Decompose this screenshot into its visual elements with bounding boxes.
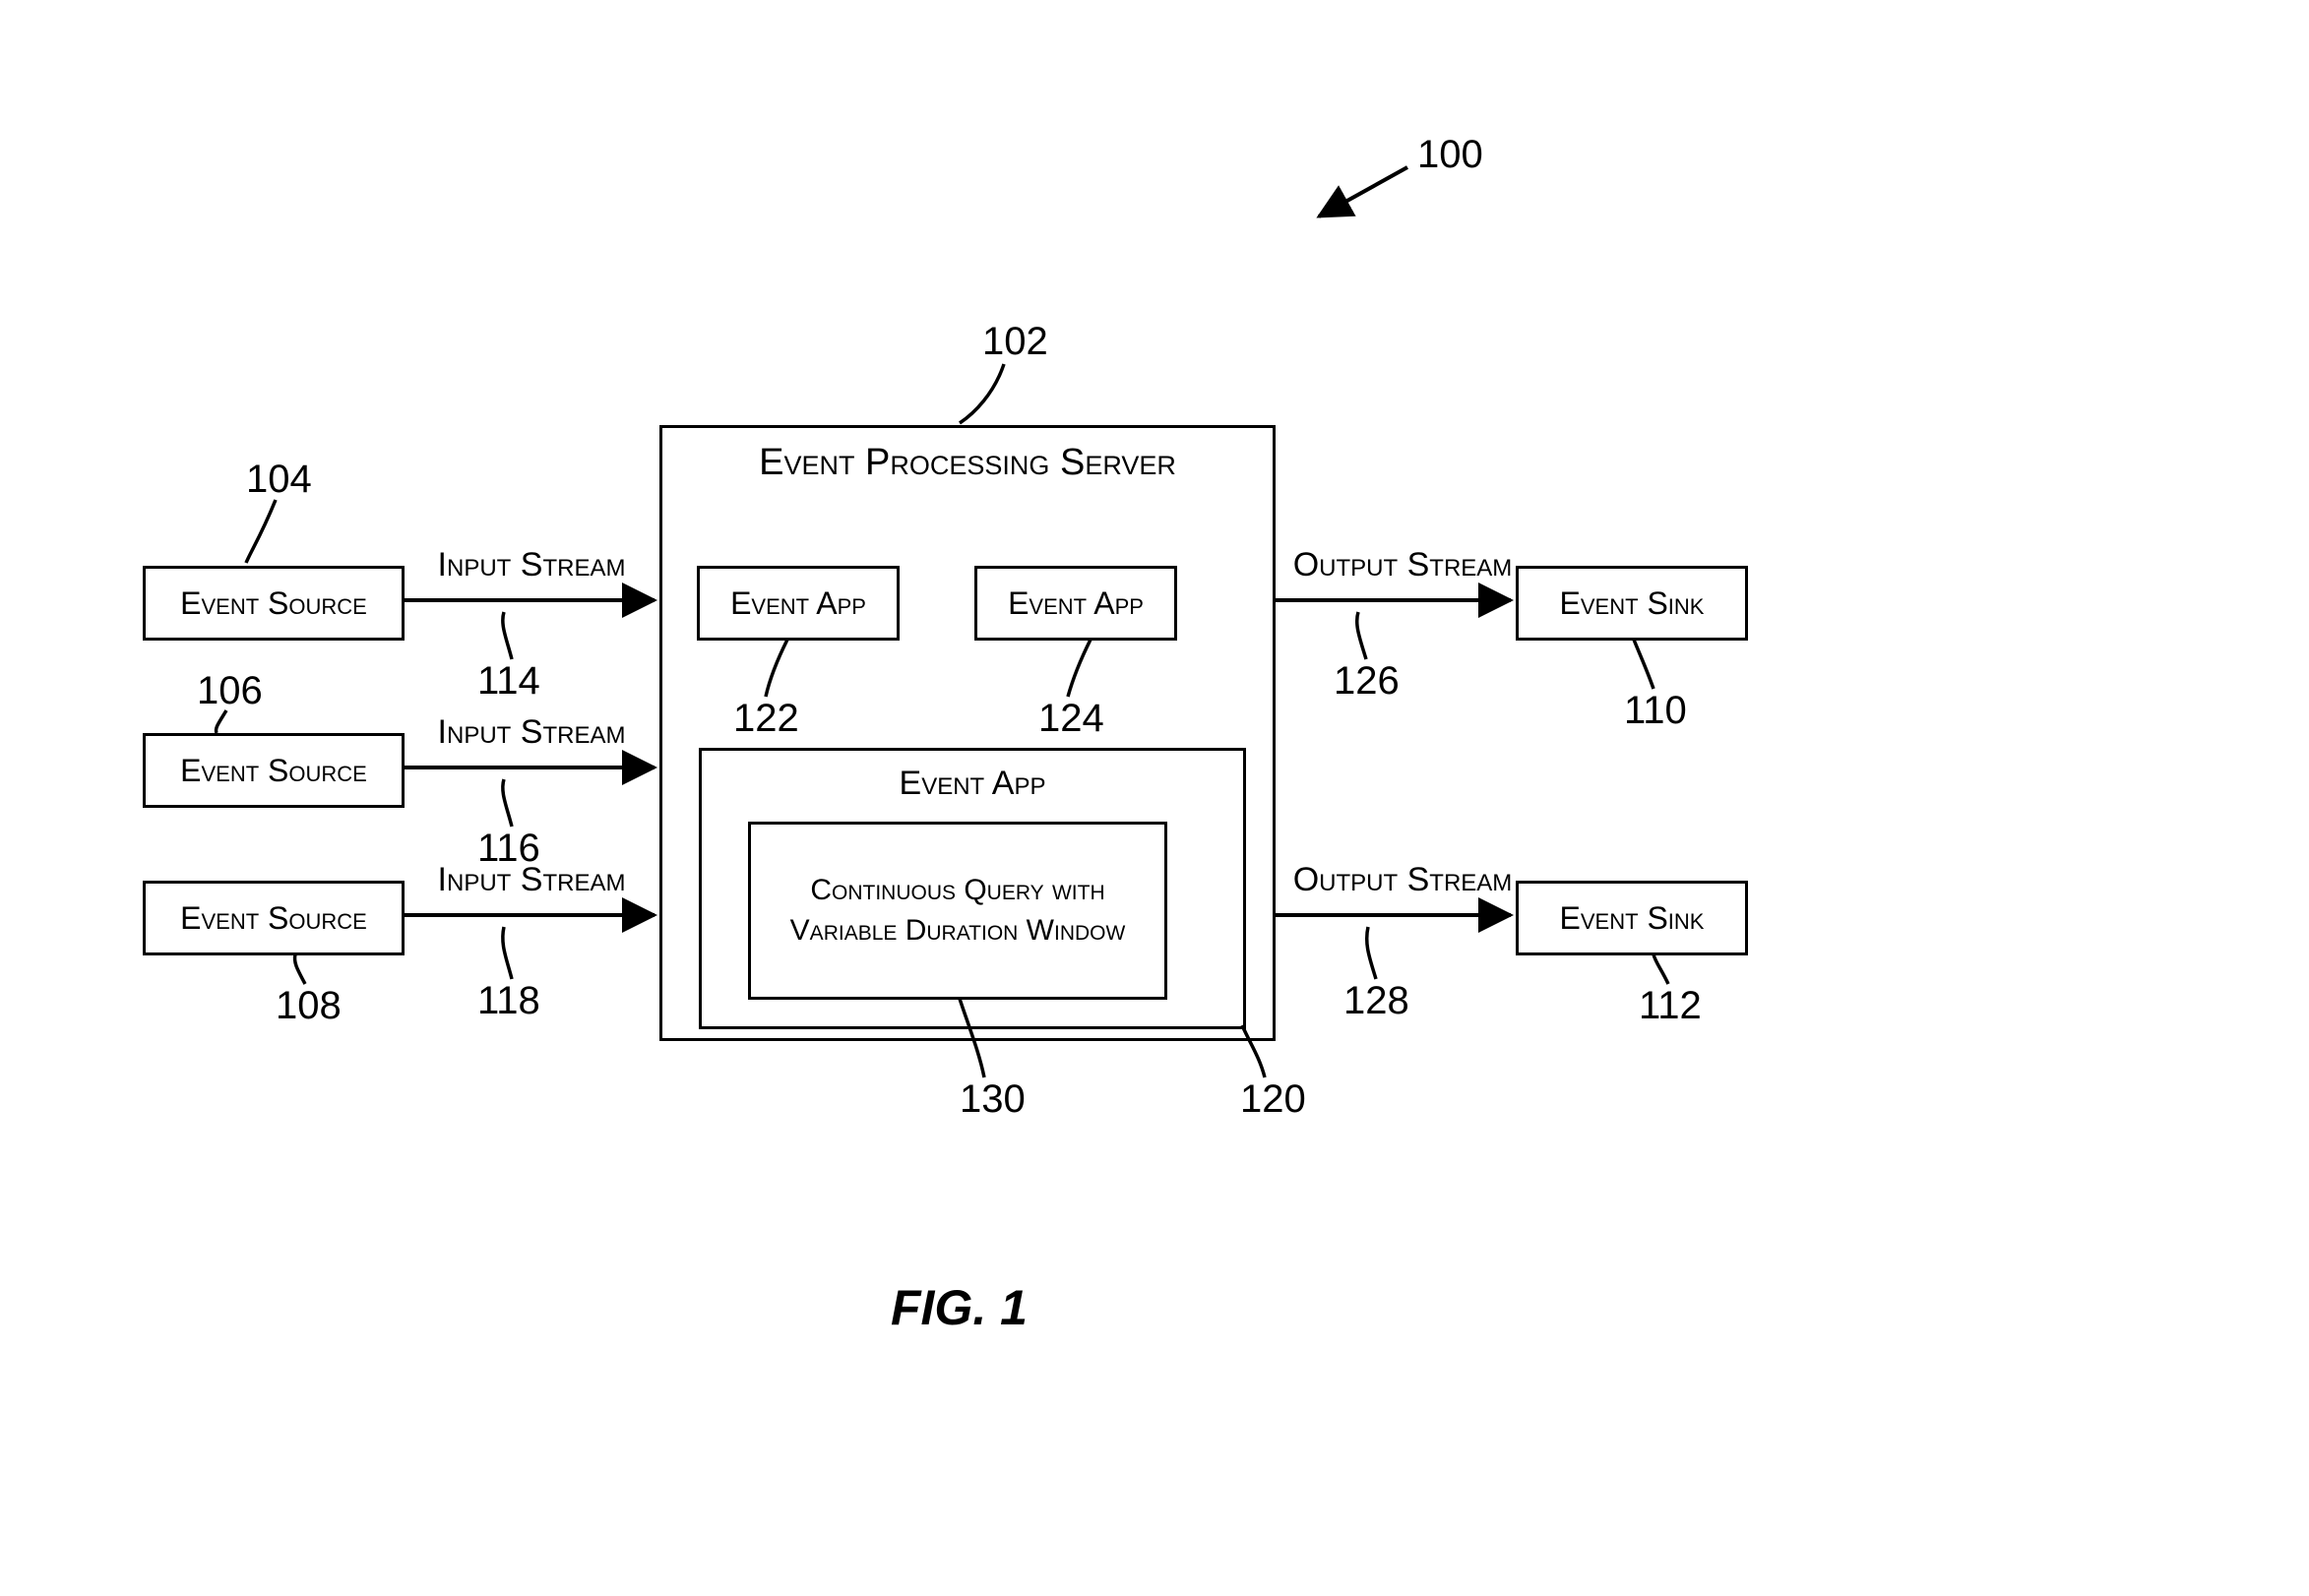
leader-114 <box>503 612 512 659</box>
ref-108: 108 <box>276 984 342 1028</box>
ref-118: 118 <box>477 979 540 1023</box>
ref-122: 122 <box>733 697 799 741</box>
leader-110 <box>1634 640 1654 689</box>
event-sink-112: Event Sink <box>1516 881 1748 955</box>
arrow-100 <box>1319 167 1407 216</box>
output-stream-128-label: Output Stream <box>1270 861 1535 899</box>
input-stream-116-label: Input Stream <box>413 713 650 752</box>
leader-104 <box>246 500 276 563</box>
leader-118 <box>503 927 512 979</box>
leader-126 <box>1357 612 1366 659</box>
ref-130: 130 <box>960 1077 1026 1122</box>
ref-102: 102 <box>982 320 1048 364</box>
diagram-canvas: Event Processing Server Event App Event … <box>0 0 2309 1596</box>
ref-124: 124 <box>1038 697 1104 741</box>
input-stream-114-label: Input Stream <box>413 546 650 584</box>
ref-100: 100 <box>1417 133 1483 177</box>
ref-128: 128 <box>1343 979 1409 1023</box>
event-sink-110: Event Sink <box>1516 566 1748 641</box>
event-app-120-title: Event App <box>702 765 1243 803</box>
event-source-106: Event Source <box>143 733 405 808</box>
ref-114: 114 <box>477 659 540 704</box>
leader-116 <box>503 779 512 827</box>
ref-104: 104 <box>246 458 312 502</box>
leader-128 <box>1367 927 1376 979</box>
leader-112 <box>1654 954 1668 984</box>
event-app-122: Event App <box>697 566 900 641</box>
leader-102 <box>960 364 1004 423</box>
continuous-query-box: Continuous Query with Variable Duration … <box>748 822 1167 1000</box>
ref-116: 116 <box>477 827 540 871</box>
ref-126: 126 <box>1334 659 1400 704</box>
event-source-104: Event Source <box>143 566 405 641</box>
ref-106: 106 <box>197 669 263 713</box>
ref-120: 120 <box>1240 1077 1306 1122</box>
figure-caption: FIG. 1 <box>891 1279 1028 1336</box>
leader-108 <box>294 954 305 984</box>
output-stream-126-label: Output Stream <box>1270 546 1535 584</box>
ref-112: 112 <box>1639 984 1702 1028</box>
event-app-124: Event App <box>974 566 1177 641</box>
server-title: Event Processing Server <box>662 442 1273 484</box>
ref-110: 110 <box>1624 689 1687 733</box>
event-source-108: Event Source <box>143 881 405 955</box>
leader-106 <box>216 710 226 733</box>
